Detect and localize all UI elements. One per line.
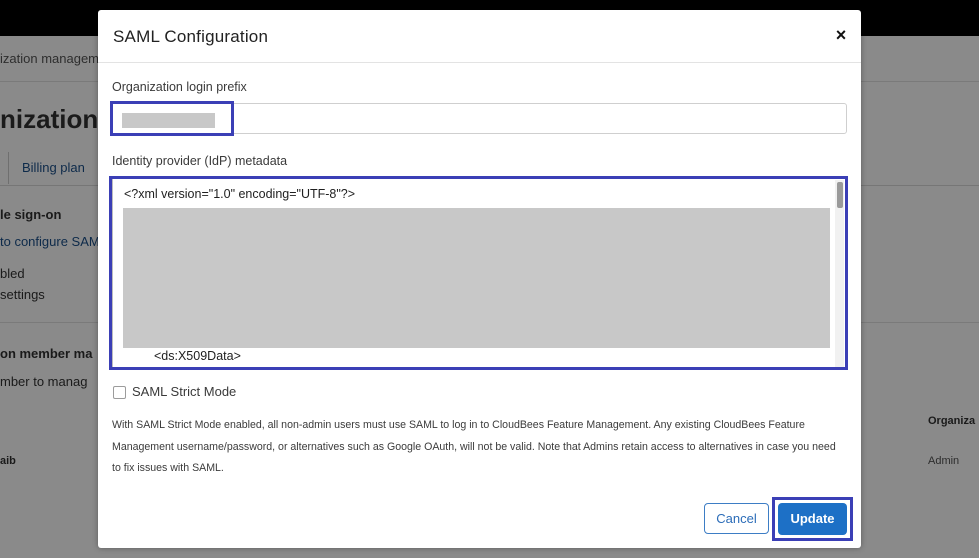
cancel-button[interactable]: Cancel: [704, 503, 769, 534]
dialog-title: SAML Configuration: [113, 27, 269, 46]
dialog-header: SAML Configuration ×: [98, 10, 861, 63]
update-highlight-box: [772, 497, 853, 541]
prefix-highlight-box: [110, 101, 234, 136]
tab-billing-plan[interactable]: Billing plan: [22, 160, 85, 175]
member-section-description: mber to manag: [0, 374, 88, 389]
strict-mode-label[interactable]: SAML Strict Mode: [132, 384, 236, 399]
table-column-header: Organiza: [928, 415, 976, 427]
table-row-role: Admin: [928, 455, 960, 467]
strict-mode-help-text: With SAML Strict Mode enabled, all non-a…: [112, 419, 836, 474]
saml-configuration-dialog: SAML Configuration × Organization login …: [98, 10, 861, 548]
table-row-name: aib: [0, 455, 16, 467]
tab-divider: [8, 152, 9, 184]
sso-status-text: bled: [0, 266, 25, 281]
strict-mode-checkbox[interactable]: [113, 386, 126, 399]
close-icon[interactable]: ×: [832, 25, 850, 45]
metadata-highlight-box: [109, 176, 848, 370]
member-section-heading: on member ma: [0, 346, 93, 361]
metadata-label: Identity provider (IdP) metadata: [112, 154, 288, 168]
sso-section-heading: le sign-on: [0, 207, 62, 222]
prefix-label: Organization login prefix: [112, 80, 247, 94]
sso-settings-text: settings: [0, 287, 45, 302]
configure-saml-link[interactable]: to configure SAM: [0, 234, 100, 249]
breadcrumb: ization manageme: [0, 51, 107, 66]
page-title: nization: [0, 104, 99, 134]
